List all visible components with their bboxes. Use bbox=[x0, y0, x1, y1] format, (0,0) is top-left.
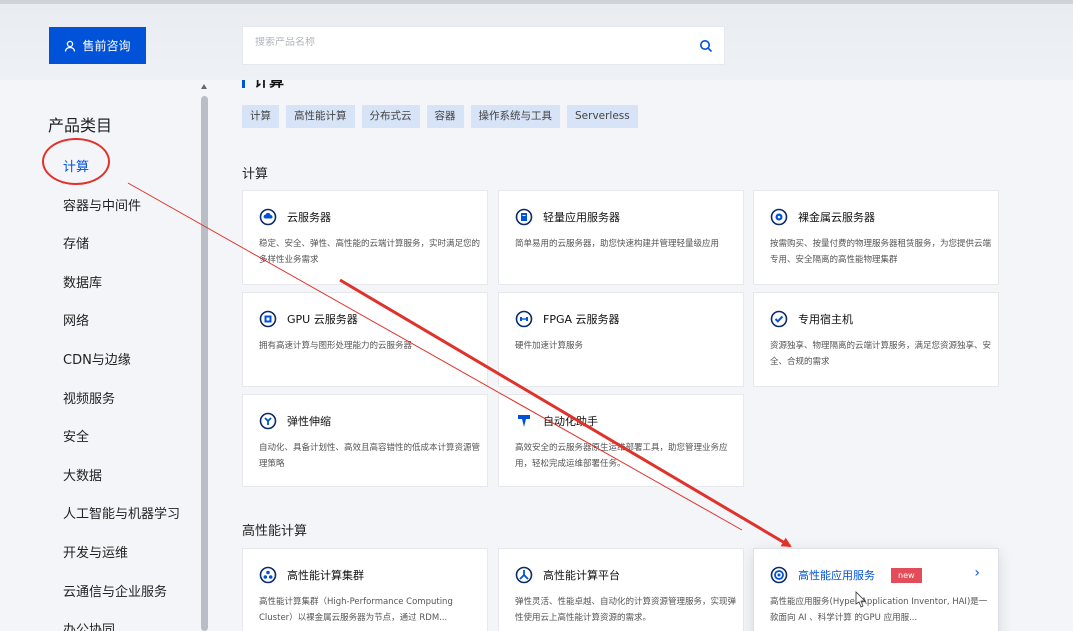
category-item-containers[interactable]: 容器与中间件 bbox=[63, 197, 180, 236]
card-title: 云服务器 bbox=[287, 211, 331, 224]
card-title: 自动化助手 bbox=[543, 415, 598, 428]
card-description: 高性能应用服务(Hyper Application Inventor, HAI)… bbox=[770, 597, 988, 623]
product-card-hpc-platform[interactable]: 高性能计算平台 弹性灵活、性能卓越、自动化的计算资源管理服务，实现弹性使用云上高… bbox=[498, 548, 744, 631]
card-description: 拥有高速计算与图形处理能力的云服务器 bbox=[259, 341, 413, 351]
cloud-server-icon bbox=[259, 208, 277, 226]
card-description: 稳定、安全、弹性、高性能的云端计算服务，实时满足您的多样性业务需求 bbox=[259, 239, 481, 265]
card-description: 弹性灵活、性能卓越、自动化的计算资源管理服务，实现弹性使用云上高性能计算资源的需… bbox=[515, 597, 737, 623]
card-title: 专用宿主机 bbox=[798, 313, 853, 326]
new-badge: new bbox=[891, 567, 922, 583]
fpga-icon bbox=[515, 310, 533, 328]
category-item-communication[interactable]: 云通信与企业服务 bbox=[63, 583, 180, 622]
category-item-ai[interactable]: 人工智能与机器学习 bbox=[63, 505, 180, 544]
category-title: 产品类目 bbox=[48, 116, 113, 135]
dedicated-host-icon bbox=[770, 310, 788, 328]
card-description: 高效安全的云服务器原生运维部署工具，助您管理业务应用，轻松完成运维部署任务。 bbox=[515, 443, 728, 469]
hpc-cluster-icon bbox=[259, 566, 277, 584]
bare-metal-icon bbox=[770, 208, 788, 226]
scrollbar-thumb[interactable] bbox=[201, 96, 208, 631]
group-title-hpc: 高性能计算 bbox=[242, 524, 308, 539]
tag-serverless[interactable]: Serverless bbox=[567, 105, 638, 128]
automation-assistant-icon bbox=[518, 415, 530, 427]
category-item-devops[interactable]: 开发与运维 bbox=[63, 544, 180, 583]
tag-hpc[interactable]: 高性能计算 bbox=[286, 105, 355, 128]
card-title: FPGA 云服务器 bbox=[543, 313, 620, 326]
category-item-bigdata[interactable]: 大数据 bbox=[63, 467, 180, 506]
tag-distributed-cloud[interactable]: 分布式云 bbox=[361, 105, 420, 128]
card-description: 硬件加速计算服务 bbox=[515, 341, 584, 351]
category-item-network[interactable]: 网络 bbox=[63, 312, 180, 351]
product-card-bare-metal[interactable]: 裸金属云服务器 按需购买、按量付费的物理服务器租赁服务，为您提供云端专用、安全隔… bbox=[753, 190, 999, 285]
card-title: 高性能计算平台 bbox=[543, 569, 620, 582]
tag-compute[interactable]: 计算 bbox=[242, 105, 279, 128]
product-card-lighthouse[interactable]: 轻量应用服务器 简单易用的云服务器，助您快速构建并管理轻量级应用 bbox=[498, 190, 744, 285]
card-title: 裸金属云服务器 bbox=[798, 211, 875, 224]
card-description: 简单易用的云服务器，助您快速构建并管理轻量级应用 bbox=[515, 239, 720, 249]
presales-consult-button[interactable]: 售前咨询 bbox=[49, 27, 146, 64]
hpc-platform-icon bbox=[515, 566, 533, 584]
product-card-hai[interactable]: 高性能应用服务 new › 高性能应用服务(Hyper Application … bbox=[753, 548, 999, 631]
category-list: 计算 容器与中间件 存储 数据库 网络 CDN与边缘 视频服务 安全 大数据 人… bbox=[63, 158, 180, 631]
product-card-fpga[interactable]: FPGA 云服务器 硬件加速计算服务 bbox=[498, 292, 744, 387]
category-item-storage[interactable]: 存储 bbox=[63, 235, 180, 274]
category-item-database[interactable]: 数据库 bbox=[63, 274, 180, 313]
section-title: 计算 bbox=[242, 80, 284, 89]
subcategory-tags: 计算 高性能计算 分布式云 容器 操作系统与工具 Serverless bbox=[242, 105, 638, 128]
category-item-office[interactable]: 办公协同 bbox=[63, 621, 180, 631]
tag-containers[interactable]: 容器 bbox=[426, 105, 464, 128]
top-bar: 售前咨询 bbox=[0, 0, 1073, 80]
category-item-security[interactable]: 安全 bbox=[63, 428, 180, 467]
presales-consult-label: 售前咨询 bbox=[82, 39, 131, 53]
product-card-automation-assistant[interactable]: 自动化助手 高效安全的云服务器原生运维部署工具，助您管理业务应用，轻松完成运维部… bbox=[498, 394, 744, 487]
card-description: 资源独享、物理隔离的云端计算服务，满足您资源独享、安全、合规的需求 bbox=[770, 341, 992, 367]
card-title: 高性能计算集群 bbox=[287, 569, 364, 582]
auto-scaling-icon bbox=[259, 412, 277, 430]
sidebar-scrollbar[interactable] bbox=[200, 80, 209, 631]
card-title: 轻量应用服务器 bbox=[543, 211, 620, 224]
search-icon[interactable] bbox=[699, 39, 713, 53]
chevron-right-icon[interactable]: › bbox=[974, 565, 980, 581]
card-title: 弹性伸缩 bbox=[287, 415, 331, 428]
scroll-up-arrow-icon[interactable] bbox=[201, 84, 207, 89]
card-description: 自动化、具备计划性、高效且高容错性的低成本计算资源管理策略 bbox=[259, 443, 481, 469]
product-card-auto-scaling[interactable]: 弹性伸缩 自动化、具备计划性、高效且高容错性的低成本计算资源管理策略 bbox=[242, 394, 488, 487]
product-search-box[interactable] bbox=[242, 26, 725, 65]
category-item-cdn[interactable]: CDN与边缘 bbox=[63, 351, 180, 390]
card-description: 按需购买、按量付费的物理服务器租赁服务，为您提供云端专用、安全隔离的高性能物理集… bbox=[770, 239, 992, 265]
product-card-dedicated-host[interactable]: 专用宿主机 资源独享、物理隔离的云端计算服务，满足您资源独享、安全、合规的需求 bbox=[753, 292, 999, 387]
product-search-input[interactable] bbox=[255, 37, 655, 48]
hai-icon bbox=[770, 566, 788, 584]
category-item-video[interactable]: 视频服务 bbox=[63, 390, 180, 429]
product-card-cvm[interactable]: 云服务器 稳定、安全、弹性、高性能的云端计算服务，实时满足您的多样性业务需求 bbox=[242, 190, 488, 285]
product-card-gpu[interactable]: GPU 云服务器 拥有高速计算与图形处理能力的云服务器 bbox=[242, 292, 488, 387]
annotation-circle bbox=[42, 138, 110, 185]
product-card-hpc-cluster[interactable]: 高性能计算集群 高性能计算集群（High-Performance Computi… bbox=[242, 548, 488, 631]
lighthouse-icon bbox=[515, 208, 533, 226]
tag-os-tools[interactable]: 操作系统与工具 bbox=[470, 105, 560, 128]
card-title: 高性能应用服务 bbox=[798, 569, 875, 582]
card-description: 高性能计算集群（High-Performance Computing Clust… bbox=[259, 597, 453, 623]
user-icon bbox=[65, 40, 76, 52]
card-title: GPU 云服务器 bbox=[287, 313, 358, 326]
group-title-compute: 计算 bbox=[242, 167, 269, 182]
product-content: 计算 计算 高性能计算 分布式云 容器 操作系统与工具 Serverless 计… bbox=[209, 80, 1073, 631]
gpu-icon bbox=[259, 310, 277, 328]
